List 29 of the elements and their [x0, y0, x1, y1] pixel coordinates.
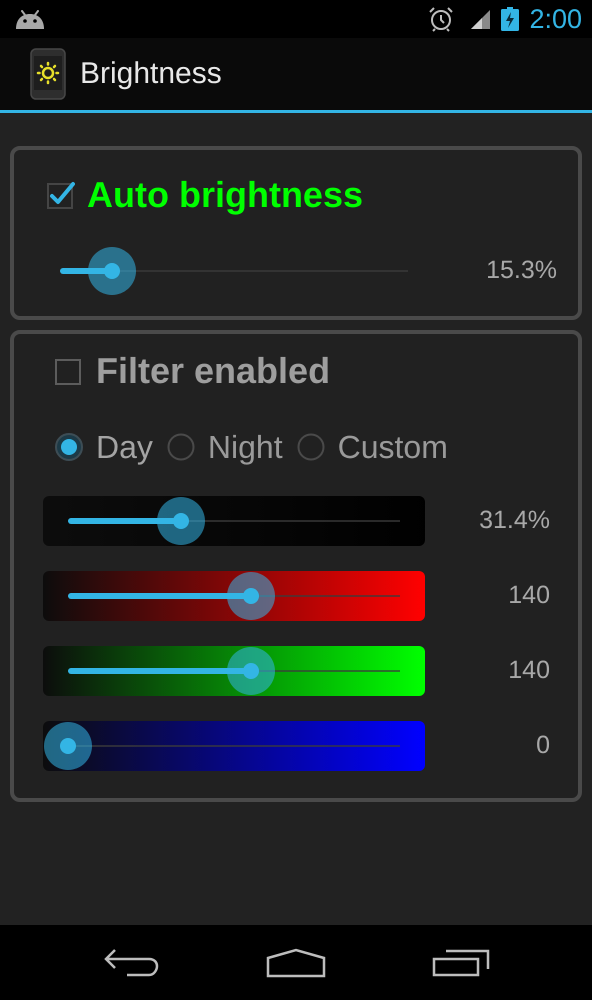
radio-label: Night	[208, 431, 283, 463]
radio-label: Custom	[338, 431, 448, 463]
slider-thumb[interactable]	[156, 497, 205, 545]
filter-enabled-label: Filter enabled	[96, 353, 330, 389]
slider-thumb[interactable]	[44, 722, 92, 770]
back-arrow-icon	[103, 948, 159, 978]
slider-reading: 31.4%	[478, 505, 551, 536]
home-icon	[266, 948, 326, 978]
alarm-clock-icon	[428, 6, 454, 32]
slider-reading: 140	[507, 655, 551, 686]
checkbox[interactable]	[55, 357, 83, 385]
radio-label: Day	[96, 431, 153, 463]
slider-reading: 15.3%	[485, 255, 558, 286]
checkbox[interactable]	[47, 181, 75, 209]
slider-thumb[interactable]	[226, 572, 275, 620]
phone-sun-icon	[30, 48, 66, 100]
recent-apps-icon	[432, 948, 490, 976]
app-title: Brightness	[80, 59, 222, 89]
android-robot-icon	[15, 10, 45, 28]
signal-strength-icon	[470, 10, 492, 28]
slider-thumb[interactable]	[226, 647, 275, 695]
battery-charging-icon	[501, 7, 520, 31]
clock-time: 2:00	[529, 6, 582, 32]
radio-button[interactable]	[55, 433, 83, 461]
radio-button[interactable]	[296, 433, 325, 461]
slider-reading: 140	[507, 580, 551, 612]
radio-button[interactable]	[166, 433, 195, 461]
auto-brightness-label: Auto brightness	[87, 177, 363, 213]
slider-reading: 0	[535, 730, 551, 762]
